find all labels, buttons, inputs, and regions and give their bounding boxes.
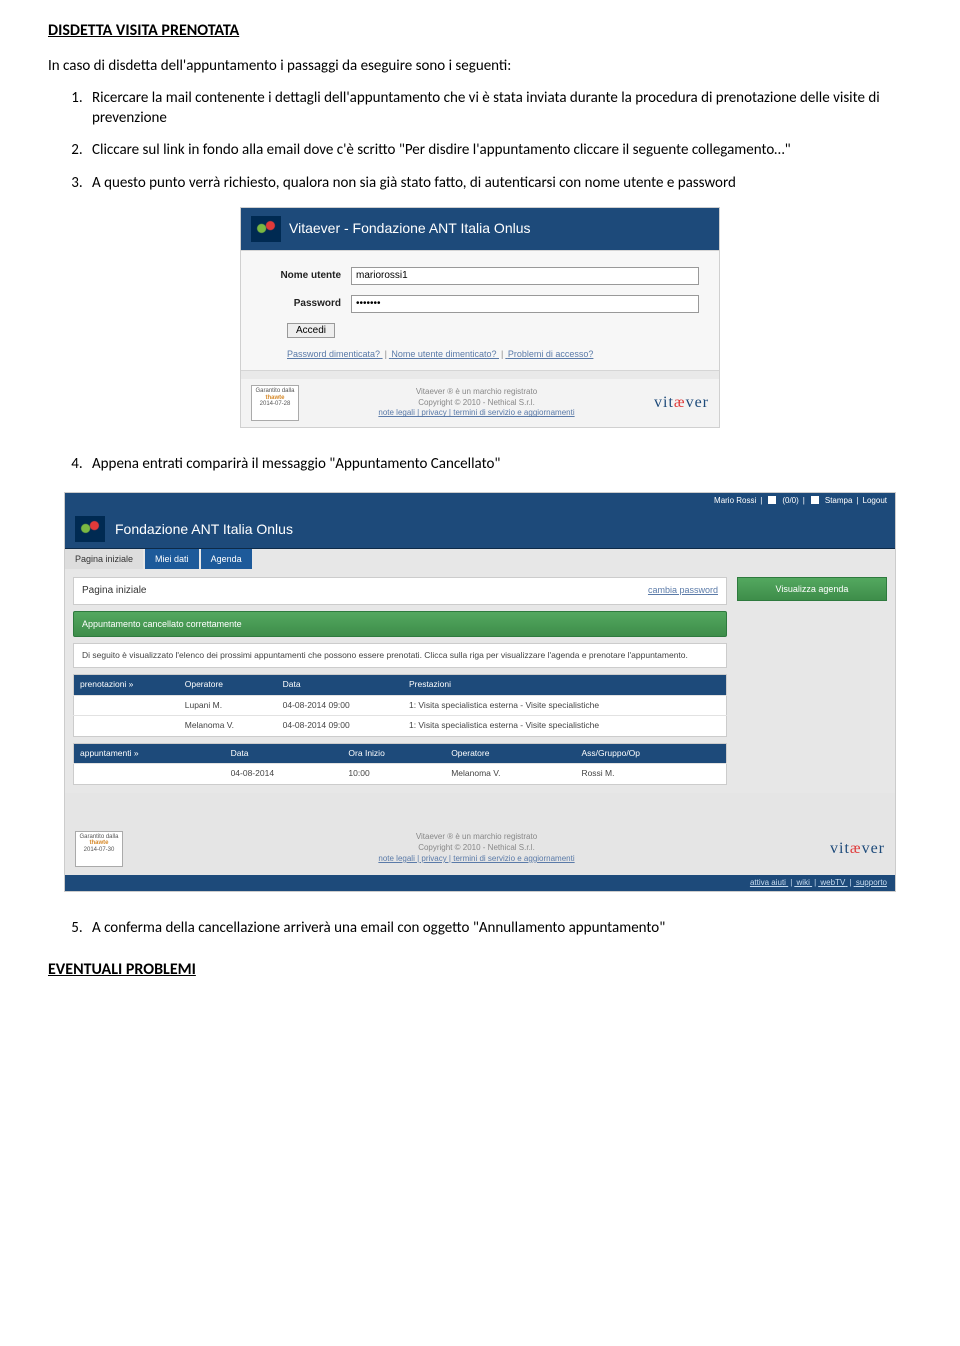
dashboard-screenshot: Mario Rossi | (0/0) | Stampa | Logout Fo…	[64, 492, 896, 892]
wiki-link[interactable]: wiki	[797, 878, 810, 887]
print-link[interactable]: Stampa	[825, 496, 853, 507]
top-user-bar: Mario Rossi | (0/0) | Stampa | Logout	[65, 493, 895, 510]
section-title-disdetta: DISDETTA VISITA PRENOTATA	[48, 20, 912, 42]
step-3: A questo punto verrà richiesto, qualora …	[86, 173, 912, 193]
thawte-badge-icon: Garantito dalla thawte 2014-07-30	[75, 831, 123, 867]
steps-list: Ricercare la mail contenente i dettagli …	[48, 88, 912, 193]
username-label: Nome utente	[261, 269, 351, 283]
dash-footer-text: Vitaever ® è un marchio registrato Copyr…	[123, 832, 830, 864]
th-operatore: Operatore	[179, 675, 277, 695]
intro-paragraph: In caso di disdetta dell'appuntamento i …	[48, 56, 912, 76]
dash-header: Fondazione ANT Italia Onlus	[65, 510, 895, 549]
login-form: Nome utente Password Accedi Password dim…	[241, 250, 719, 371]
tab-agenda[interactable]: Agenda	[201, 549, 252, 569]
mail-icon[interactable]	[768, 496, 776, 504]
page-title-bar: Pagina iniziale cambia password	[73, 577, 727, 605]
ant-logo-icon	[75, 516, 105, 542]
step-4: Appena entrati comparirà il messaggio "A…	[86, 454, 912, 474]
page-title: Pagina iniziale	[82, 584, 147, 598]
thawte-badge-icon: Garantito dalla thawte 2014-07-28	[251, 385, 299, 421]
login-footer-text: Vitaever ® è un marchio registrato Copyr…	[299, 387, 654, 419]
table-row[interactable]: 04-08-2014 10:00 Melanoma V. Rossi M.	[74, 764, 727, 784]
vitaever-logo-icon: vitæver	[830, 838, 885, 860]
login-help-links: Password dimenticata? | Nome utente dime…	[261, 348, 699, 360]
th-prenotazioni: prenotazioni »	[74, 675, 179, 695]
ant-logo-icon	[251, 216, 281, 242]
vitaever-logo-icon: vitæver	[654, 392, 709, 414]
appuntamenti-table: appuntamenti » Data Ora Inizio Operatore…	[73, 743, 727, 785]
dash-footer: Garantito dalla thawte 2014-07-30 Vitaev…	[65, 823, 895, 875]
change-password-link[interactable]: cambia password	[648, 584, 718, 598]
dash-header-title: Fondazione ANT Italia Onlus	[115, 520, 293, 539]
th-data2: Data	[225, 743, 343, 763]
mail-count: (0/0)	[782, 496, 798, 507]
password-input[interactable]	[351, 295, 699, 313]
bottom-help-strip: attiva aiuti | wiki | webTV | supporto	[65, 875, 895, 892]
visualizza-agenda-button[interactable]: Visualizza agenda	[737, 577, 887, 601]
th-appuntamenti: appuntamenti »	[74, 743, 225, 763]
th-ass: Ass/Gruppo/Op	[575, 743, 726, 763]
webtv-link[interactable]: webTV	[820, 878, 845, 887]
step-5: A conferma della cancellazione arriverà …	[86, 918, 912, 938]
supporto-link[interactable]: supporto	[856, 878, 887, 887]
tab-home[interactable]: Pagina iniziale	[65, 549, 143, 569]
nav-tabs: Pagina iniziale Miei dati Agenda	[65, 549, 895, 569]
access-problems-link[interactable]: Problemi di accesso?	[508, 349, 594, 359]
table-row[interactable]: Lupani M. 04-08-2014 09:00 1: Visita spe…	[74, 695, 727, 715]
alert-cancelled: Appuntamento cancellato correttamente	[73, 611, 727, 637]
login-header-title: Vitaever - Fondazione ANT Italia Onlus	[289, 219, 531, 238]
forgot-password-link[interactable]: Password dimenticata?	[287, 349, 380, 359]
tab-miei-dati[interactable]: Miei dati	[145, 549, 199, 569]
logout-link[interactable]: Logout	[863, 496, 887, 507]
table-row[interactable]: Melanoma V. 04-08-2014 09:00 1: Visita s…	[74, 716, 727, 736]
th-data: Data	[277, 675, 403, 695]
steps-list-cont2: A conferma della cancellazione arriverà …	[48, 918, 912, 938]
legal-links[interactable]: note legali | privacy | termini di servi…	[299, 408, 654, 419]
steps-list-cont: Appena entrati comparirà il messaggio "A…	[48, 454, 912, 474]
step-2: Cliccare sul link in fondo alla email do…	[86, 140, 912, 160]
prenotazioni-table: prenotazioni » Operatore Data Prestazion…	[73, 674, 727, 736]
login-screenshot: Vitaever - Fondazione ANT Italia Onlus N…	[240, 207, 720, 428]
print-icon[interactable]	[811, 496, 819, 504]
th-ora: Ora Inizio	[342, 743, 445, 763]
login-header: Vitaever - Fondazione ANT Italia Onlus	[241, 208, 719, 250]
attiva-aiuti-link[interactable]: attiva aiuti	[750, 878, 786, 887]
step-1: Ricercare la mail contenente i dettagli …	[86, 88, 912, 129]
username-input[interactable]	[351, 267, 699, 285]
user-name: Mario Rossi	[714, 496, 756, 507]
forgot-username-link[interactable]: Nome utente dimenticato?	[391, 349, 496, 359]
th-operatore2: Operatore	[445, 743, 575, 763]
password-label: Password	[261, 297, 351, 311]
description-text: Di seguito è visualizzato l'elenco dei p…	[73, 643, 727, 668]
login-submit-button[interactable]: Accedi	[287, 323, 335, 338]
th-prestazioni: Prestazioni	[403, 675, 727, 695]
legal-links[interactable]: note legali | privacy | termini di servi…	[123, 854, 830, 865]
login-footer: Garantito dalla thawte 2014-07-28 Vitaev…	[241, 379, 719, 427]
section-title-problemi: EVENTUALI PROBLEMI	[48, 959, 912, 981]
